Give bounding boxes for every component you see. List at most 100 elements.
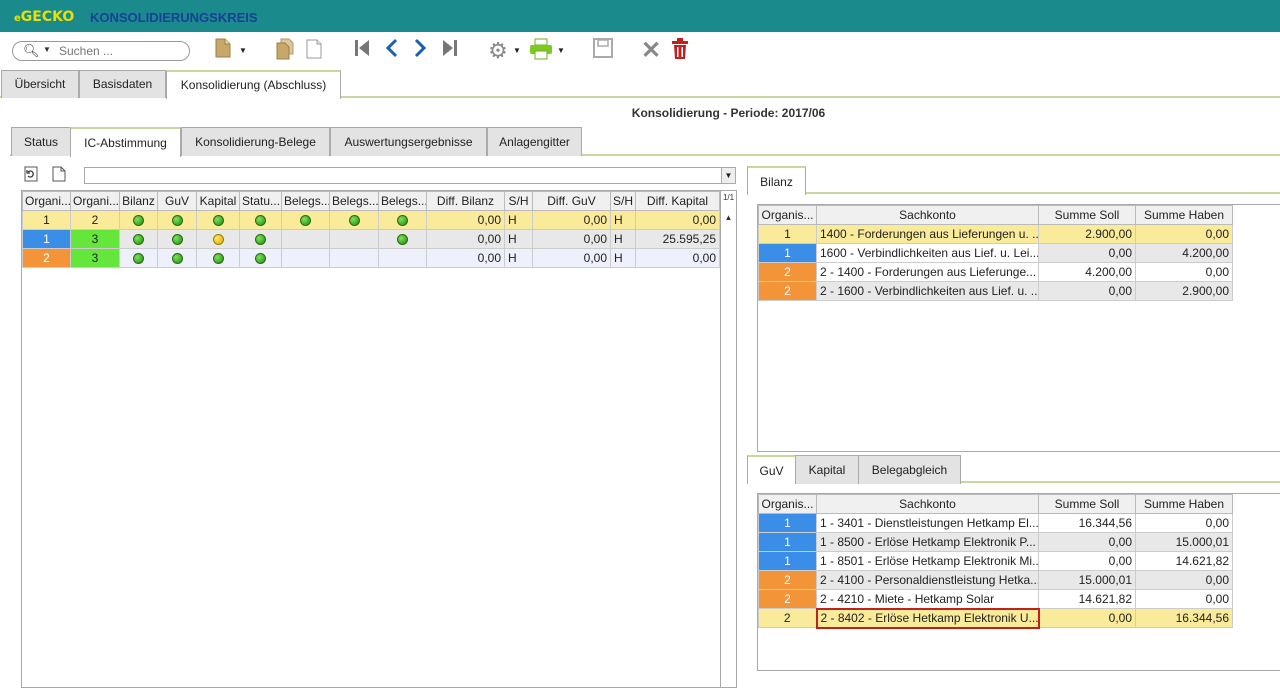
tab-kapital[interactable]: Kapital bbox=[795, 455, 859, 484]
sachkonto-cell[interactable]: 2 - 8402 - Erlöse Hetkamp Elektronik U..… bbox=[815, 607, 1040, 629]
col-header[interactable]: Belegs... bbox=[281, 191, 330, 211]
org-cell: 2 bbox=[22, 248, 71, 268]
grid-scrollbar[interactable]: 1/1 ▲ bbox=[721, 190, 737, 688]
tab-auswertungsergebnisse[interactable]: Auswertungsergebnisse bbox=[330, 127, 487, 156]
tab-bilanz[interactable]: Bilanz bbox=[747, 166, 806, 195]
chevron-down-icon[interactable]: ▼ bbox=[721, 168, 735, 183]
last-record-icon[interactable] bbox=[440, 38, 460, 64]
table-row[interactable]: 1 1400 - Forderungen aus Lieferungen u. … bbox=[758, 224, 1233, 244]
soll-cell: 4.200,00 bbox=[1038, 262, 1136, 282]
table-row[interactable]: 1 1600 - Verbindlichkeiten aus Lief. u. … bbox=[758, 243, 1233, 263]
col-header[interactable]: Summe Soll bbox=[1038, 494, 1136, 514]
tab-anlagengitter[interactable]: Anlagengitter bbox=[487, 127, 582, 156]
print-icon[interactable] bbox=[528, 38, 554, 64]
soll-cell: 0,00 bbox=[1038, 551, 1136, 571]
tab-ic-abstimmung[interactable]: IC-Abstimmung bbox=[70, 127, 181, 157]
table-row[interactable]: 2 2 - 1400 - Forderungen aus Lieferunge.… bbox=[758, 262, 1233, 282]
haben-cell: 0,00 bbox=[1135, 570, 1233, 590]
search-icon[interactable]: 🔍︎ bbox=[23, 43, 40, 59]
previous-record-icon[interactable] bbox=[382, 38, 402, 64]
org-cell: 2 bbox=[758, 570, 817, 590]
table-row[interactable]: 1 3 0,00 H 0,00 H 25.595,25 bbox=[22, 229, 720, 249]
col-header[interactable]: Organis... bbox=[758, 205, 817, 225]
settings-icon[interactable]: ⚙ bbox=[486, 38, 510, 64]
first-record-icon[interactable] bbox=[352, 38, 372, 64]
table-row[interactable]: 2 2 - 1600 - Verbindlichkeiten aus Lief.… bbox=[758, 281, 1233, 301]
table-row[interactable]: 1 2 0,00 H 0,00 H 0,00 bbox=[22, 210, 720, 230]
diff-cell: 0,00 bbox=[635, 210, 720, 230]
col-header[interactable]: S/H bbox=[504, 191, 533, 211]
chevron-down-icon[interactable]: ▼ bbox=[43, 45, 51, 54]
col-header[interactable]: GuV bbox=[157, 191, 197, 211]
col-header[interactable]: Belegs... bbox=[329, 191, 379, 211]
table-row[interactable]: 2 3 0,00 H 0,00 H 0,00 bbox=[22, 248, 720, 268]
tab-basisdaten[interactable]: Basisdaten bbox=[79, 70, 166, 98]
table-row[interactable]: 1 1 - 3401 - Dienstleistungen Hetkamp El… bbox=[758, 513, 1233, 533]
diff-cell: 0,00 bbox=[635, 248, 720, 268]
tab-konsolidierung-belege[interactable]: Konsolidierung-Belege bbox=[181, 127, 330, 156]
col-header[interactable]: Sachkonto bbox=[816, 494, 1039, 514]
col-header[interactable]: Summe Soll bbox=[1038, 205, 1136, 225]
grid-header: Organis... Sachkonto Summe Soll Summe Ha… bbox=[758, 205, 1233, 225]
search-box[interactable]: 🔍︎ ▼ bbox=[12, 41, 190, 61]
table-row[interactable]: 1 1 - 8500 - Erlöse Hetkamp Elektronik P… bbox=[758, 532, 1233, 552]
org-cell: 1 bbox=[758, 532, 817, 552]
col-header[interactable]: Belegs... bbox=[378, 191, 427, 211]
save-icon[interactable] bbox=[592, 38, 614, 64]
print-dropdown-icon[interactable]: ▼ bbox=[556, 38, 566, 64]
sh-cell: H bbox=[610, 248, 636, 268]
next-record-icon[interactable] bbox=[410, 38, 430, 64]
new-dropdown-icon[interactable]: ▼ bbox=[238, 38, 248, 64]
bilanz-tabs: Bilanz bbox=[747, 166, 1280, 195]
col-header[interactable]: Kapital bbox=[196, 191, 240, 211]
soll-cell: 2.900,00 bbox=[1038, 224, 1136, 244]
tab-belegabgleich[interactable]: Belegabgleich bbox=[858, 455, 961, 484]
col-header[interactable]: Summe Haben bbox=[1135, 494, 1233, 514]
col-header[interactable]: Diff. Kapital bbox=[635, 191, 720, 211]
col-header[interactable]: Bilanz bbox=[119, 191, 158, 211]
tab-status[interactable]: Status bbox=[11, 127, 71, 156]
soll-cell: 0,00 bbox=[1038, 243, 1136, 263]
table-row[interactable]: 1 1 - 8501 - Erlöse Hetkamp Elektronik M… bbox=[758, 551, 1233, 571]
refresh-icon[interactable] bbox=[24, 166, 38, 185]
tab-guv[interactable]: GuV bbox=[747, 455, 796, 484]
col-header[interactable]: Organi... bbox=[22, 191, 71, 211]
col-header[interactable]: Statu... bbox=[239, 191, 282, 211]
status-green-icon bbox=[255, 253, 266, 265]
org-cell: 1 bbox=[758, 243, 817, 263]
col-header[interactable]: Sachkonto bbox=[816, 205, 1039, 225]
cancel-icon[interactable]: ✕ bbox=[640, 38, 662, 64]
col-header[interactable]: Summe Haben bbox=[1135, 205, 1233, 225]
col-header[interactable]: S/H bbox=[610, 191, 636, 211]
table-row[interactable]: 2 2 - 4100 - Personaldienstleistung Hetk… bbox=[758, 570, 1233, 590]
sachkonto-cell: 2 - 4210 - Miete - Hetkamp Solar bbox=[816, 589, 1039, 609]
col-header[interactable]: Organi... bbox=[70, 191, 120, 211]
search-input[interactable] bbox=[59, 44, 179, 58]
sachkonto-cell: 1 - 3401 - Dienstleistungen Hetkamp El..… bbox=[816, 513, 1039, 533]
paste-icon[interactable] bbox=[304, 38, 324, 64]
filter-combo[interactable]: ▼ bbox=[84, 167, 736, 184]
status-green-icon bbox=[133, 215, 144, 227]
table-row-selected[interactable]: 2 2 - 8402 - Erlöse Hetkamp Elektronik U… bbox=[758, 607, 1233, 629]
status-green-icon bbox=[255, 234, 266, 246]
scroll-up-icon[interactable]: ▲ bbox=[721, 213, 736, 222]
col-header[interactable]: Diff. GuV bbox=[532, 191, 611, 211]
tab-konsolidierung[interactable]: Konsolidierung (Abschluss) bbox=[166, 70, 341, 99]
table-row[interactable]: 2 2 - 4210 - Miete - Hetkamp Solar 14.62… bbox=[758, 589, 1233, 609]
haben-cell: 14.621,82 bbox=[1135, 551, 1233, 571]
soll-cell: 15.000,01 bbox=[1038, 570, 1136, 590]
soll-cell: 0,00 bbox=[1038, 532, 1136, 552]
status-green-icon bbox=[171, 234, 183, 246]
col-header[interactable]: Organis... bbox=[758, 494, 817, 514]
sachkonto-cell: 1600 - Verbindlichkeiten aus Lief. u. Le… bbox=[816, 243, 1039, 263]
new-document-icon[interactable] bbox=[214, 38, 232, 64]
sachkonto-cell: 1 - 8500 - Erlöse Hetkamp Elektronik P..… bbox=[816, 532, 1039, 552]
org-cell: 1 bbox=[758, 224, 817, 244]
settings-dropdown-icon[interactable]: ▼ bbox=[512, 38, 522, 64]
document-icon[interactable] bbox=[52, 166, 66, 185]
copy-icon[interactable] bbox=[274, 38, 298, 64]
col-header[interactable]: Diff. Bilanz bbox=[426, 191, 505, 211]
tab-uebersicht[interactable]: Übersicht bbox=[1, 70, 79, 98]
haben-cell: 0,00 bbox=[1135, 224, 1233, 244]
delete-icon[interactable] bbox=[670, 38, 690, 64]
